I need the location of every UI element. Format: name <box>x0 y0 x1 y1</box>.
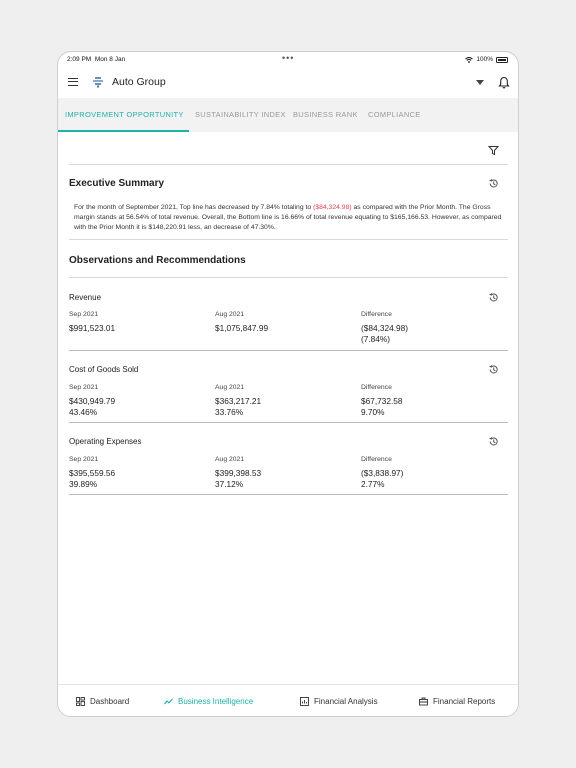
divider <box>69 422 508 423</box>
divider <box>69 350 508 351</box>
observation-title: Revenue <box>69 293 102 302</box>
divider <box>69 239 508 240</box>
bottom-nav: Dashboard Business Intelligence Financia… <box>58 684 518 716</box>
difference-label: Difference <box>361 456 392 463</box>
nav-label: Dashboard <box>90 697 130 706</box>
current-percent: 43.46% <box>69 407 98 417</box>
chevron-down-icon[interactable] <box>476 80 484 85</box>
nav-label: Financial Analysis <box>314 697 378 706</box>
difference-percent: (7.84%) <box>361 334 391 344</box>
battery-icon <box>496 56 508 63</box>
filter-icon[interactable] <box>488 145 499 156</box>
nav-financial-analysis[interactable]: Financial Analysis <box>300 697 378 706</box>
nav-dashboard[interactable]: Dashboard <box>76 697 129 706</box>
tab-sustainability-index[interactable]: SUSTAINABILITY INDEX <box>195 110 286 119</box>
app-title: Auto Group <box>112 76 166 88</box>
summary-highlight-value: ($84,324.98) <box>313 204 352 211</box>
status-indicators: 100% <box>465 56 508 63</box>
prior-value: $1,075,847.99 <box>215 323 269 333</box>
tab-business-rank[interactable]: BUSINESS RANK <box>293 110 358 119</box>
current-period-label: Sep 2021 <box>69 384 99 391</box>
multitask-dots[interactable]: ••• <box>282 53 294 63</box>
nav-financial-reports[interactable]: Financial Reports <box>419 697 495 706</box>
briefcase-icon <box>419 697 428 706</box>
difference-value: ($3,838.97) <box>361 468 404 478</box>
menu-icon[interactable] <box>68 78 78 86</box>
dashboard-icon <box>76 697 85 706</box>
battery-percent: 100% <box>476 56 493 63</box>
observation-title: Cost of Goods Sold <box>69 365 139 374</box>
tab-bar: IMPROVEMENT OPPORTUNITY SUSTAINABILITY I… <box>58 98 518 132</box>
difference-value: ($84,324.98) <box>361 323 409 333</box>
difference-percent: 2.77% <box>361 479 385 489</box>
nav-business-intelligence[interactable]: Business Intelligence <box>164 697 253 706</box>
current-percent: 39.89% <box>69 479 98 489</box>
executive-summary-text: For the month of September 2021, Top lin… <box>74 203 502 232</box>
divider <box>69 277 508 278</box>
current-value: $430,949.79 <box>69 396 116 406</box>
current-period-label: Sep 2021 <box>69 311 99 318</box>
bell-icon[interactable] <box>498 76 510 89</box>
prior-period-label: Aug 2021 <box>215 456 245 463</box>
difference-label: Difference <box>361 311 392 318</box>
status-bar: 2:09 PM Mon 8 Jan ••• 100% <box>58 52 518 68</box>
current-value: $991,523.01 <box>69 323 116 333</box>
divider <box>69 164 508 165</box>
current-value: $395,559.56 <box>69 468 116 478</box>
chart-icon <box>300 697 309 706</box>
divider <box>69 494 508 495</box>
prior-period-label: Aug 2021 <box>215 311 245 318</box>
history-icon[interactable] <box>488 364 499 375</box>
wifi-icon <box>465 56 474 63</box>
status-clock: 2:09 PM <box>67 56 92 63</box>
history-icon[interactable] <box>488 436 499 447</box>
current-period-label: Sep 2021 <box>69 456 99 463</box>
difference-percent: 9.70% <box>361 407 385 417</box>
nav-label: Financial Reports <box>433 697 496 706</box>
observations-title: Observations and Recommendations <box>69 255 246 266</box>
device-frame: 2:09 PM Mon 8 Jan ••• 100% Auto Group IM… <box>57 51 519 717</box>
status-time: 2:09 PM Mon 8 Jan <box>67 56 125 63</box>
status-date: Mon 8 Jan <box>94 56 126 63</box>
prior-period-label: Aug 2021 <box>215 384 245 391</box>
app-bar: Auto Group <box>58 68 518 98</box>
tab-compliance[interactable]: COMPLIANCE <box>368 110 421 119</box>
prior-value: $399,398.53 <box>215 468 262 478</box>
difference-label: Difference <box>361 384 392 391</box>
logo-icon <box>93 77 103 88</box>
trend-icon <box>164 698 173 705</box>
tab-improvement-opportunity[interactable]: IMPROVEMENT OPPORTUNITY <box>65 110 184 119</box>
summary-text-part: For the month of September 2021, Top lin… <box>74 204 314 211</box>
history-icon[interactable] <box>488 178 499 189</box>
difference-value: $67,732.58 <box>361 396 403 406</box>
observation-title: Operating Expenses <box>69 437 142 446</box>
prior-percent: 37.12% <box>215 479 244 489</box>
history-icon[interactable] <box>488 292 499 303</box>
prior-percent: 33.76% <box>215 407 244 417</box>
nav-label: Business Intelligence <box>178 697 254 706</box>
active-tab-indicator <box>58 130 189 132</box>
executive-summary-title: Executive Summary <box>69 178 165 189</box>
prior-value: $363,217.21 <box>215 396 262 406</box>
